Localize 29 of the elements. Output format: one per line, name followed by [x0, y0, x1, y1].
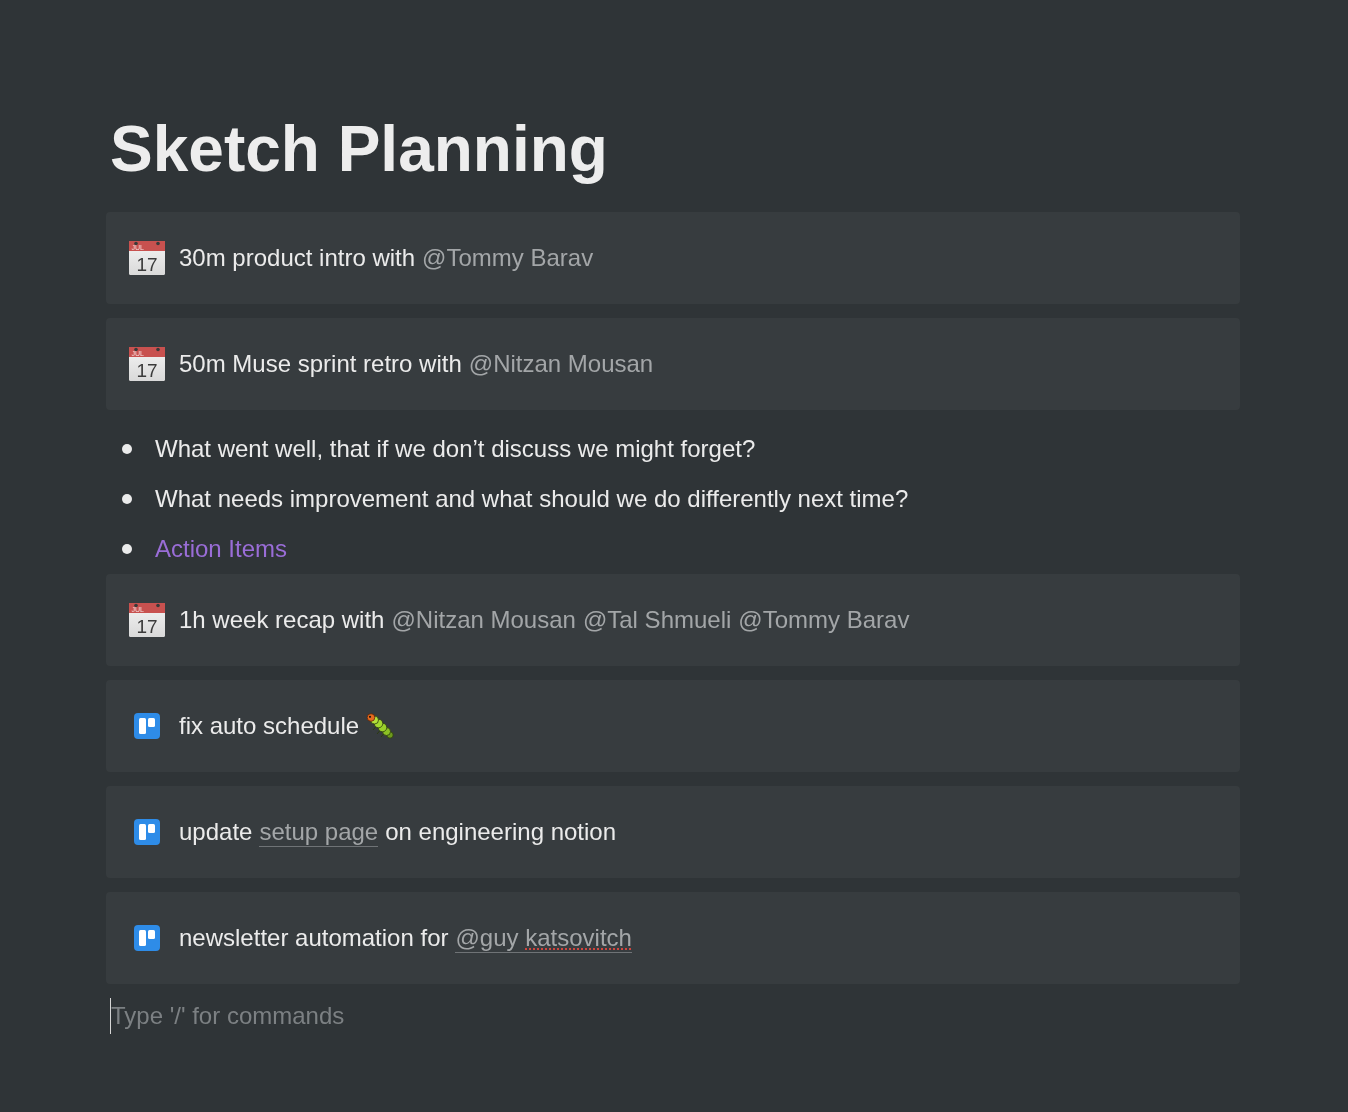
bullet-icon — [122, 544, 132, 554]
mention-link[interactable]: @Tommy Barav — [422, 243, 594, 273]
bullet-text: What went well, that if we don’t discuss we might forget? — [155, 434, 756, 464]
page-link[interactable]: setup page — [259, 817, 379, 847]
item-text: fix auto schedule — [179, 711, 360, 741]
page-title: Sketch Planning — [110, 112, 609, 187]
mention-link[interactable]: @Tal Shmueli — [582, 605, 732, 635]
item-text: 1h week recap with — [179, 605, 385, 635]
item-text: on engineering notion — [385, 817, 617, 847]
item-text: 30m product intro with — [179, 243, 416, 273]
bullet-text: What needs improvement and what should we do differently next time? — [155, 484, 909, 514]
mention-link[interactable]: @Nitzan Mousan — [468, 349, 654, 379]
bullet-icon — [122, 494, 132, 504]
task-card[interactable]: fix auto schedule — [106, 680, 1240, 772]
command-input[interactable]: Type '/' for commands — [110, 998, 530, 1034]
bullet-icon — [122, 444, 132, 454]
mention-link[interactable]: @Nitzan Mousan — [391, 605, 576, 635]
board-icon — [134, 819, 160, 845]
board-icon — [134, 713, 160, 739]
bullet-text: Action Items — [155, 534, 288, 564]
caterpillar-icon — [366, 713, 395, 739]
item-text: update — [179, 817, 253, 847]
task-card[interactable]: newsletter automation for @guy katsovitch — [106, 892, 1240, 984]
task-card[interactable]: update setup page on engineering notion — [106, 786, 1240, 878]
board-icon — [134, 925, 160, 951]
item-text: 50m Muse sprint retro with — [179, 349, 462, 379]
item-text: newsletter automation for — [179, 923, 449, 953]
mention-link[interactable]: @Tommy Barav — [738, 605, 910, 635]
page-link[interactable]: @guy katsovitch — [455, 923, 632, 953]
